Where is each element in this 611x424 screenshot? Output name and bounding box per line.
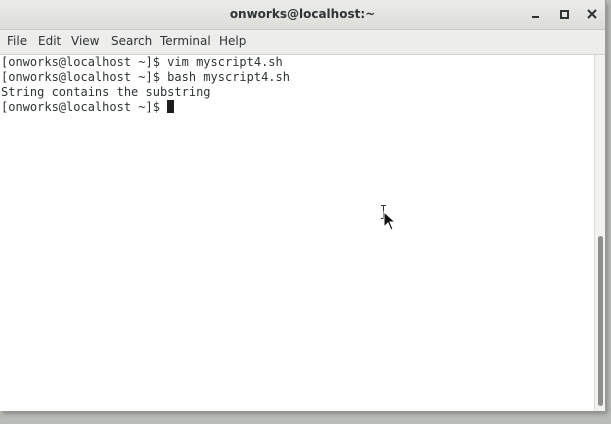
minimize-button[interactable] xyxy=(528,6,544,22)
menu-terminal[interactable]: Terminal xyxy=(160,34,211,48)
menu-bar: File Edit View Search Terminal Help xyxy=(0,30,605,55)
text-cursor-block xyxy=(167,100,175,113)
menu-file[interactable]: File xyxy=(7,34,27,48)
close-button[interactable] xyxy=(584,6,600,22)
close-icon xyxy=(587,9,597,19)
terminal-prompt-line: [onworks@localhost ~]$ xyxy=(1,100,175,115)
terminal-line: [onworks@localhost ~]$ vim myscript4.sh xyxy=(1,55,283,69)
terminal-window: onworks@localhost:~ File Edit View Searc… xyxy=(0,0,606,411)
vertical-scrollbar[interactable] xyxy=(594,55,605,411)
terminal-line: String contains the substring xyxy=(1,85,211,99)
menu-view[interactable]: View xyxy=(71,34,99,48)
menu-search[interactable]: Search xyxy=(111,34,152,48)
terminal-prompt: [onworks@localhost ~]$ xyxy=(1,100,168,114)
mouse-pointer-icon xyxy=(383,211,397,231)
scrollbar-thumb[interactable] xyxy=(598,236,603,406)
menu-edit[interactable]: Edit xyxy=(38,34,61,48)
title-bar[interactable]: onworks@localhost:~ xyxy=(0,0,605,30)
menu-help[interactable]: Help xyxy=(219,34,246,48)
window-title: onworks@localhost:~ xyxy=(229,7,376,21)
maximize-icon xyxy=(560,10,569,19)
terminal-area[interactable]: [onworks@localhost ~]$ vim myscript4.sh … xyxy=(0,55,594,411)
minimize-icon xyxy=(532,16,539,18)
terminal-line: [onworks@localhost ~]$ bash myscript4.sh xyxy=(1,70,290,84)
maximize-button[interactable] xyxy=(556,6,572,22)
